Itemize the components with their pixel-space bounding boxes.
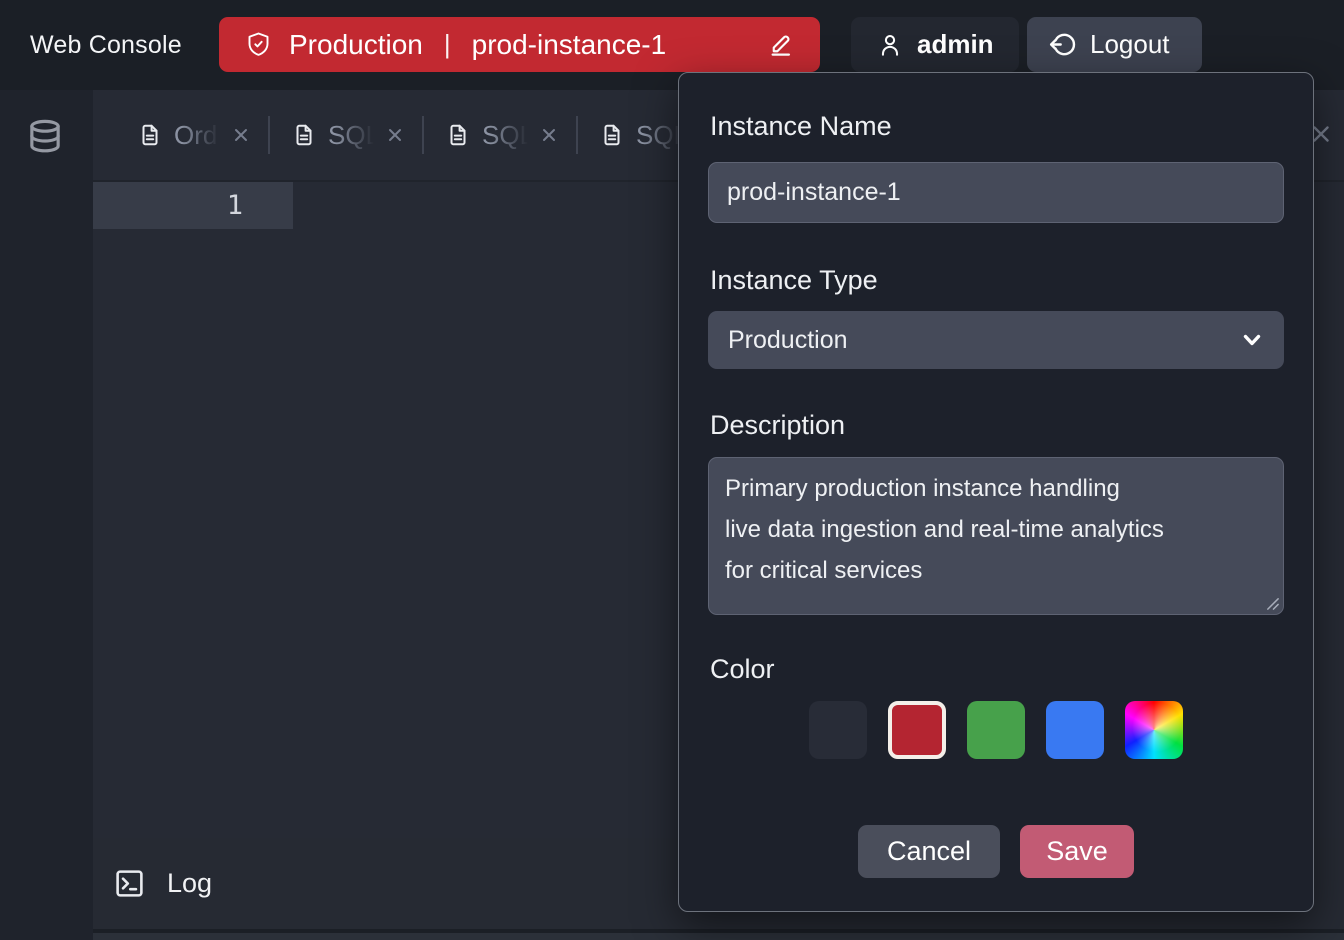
- tab-label: SQL: [482, 120, 532, 151]
- instance-badge[interactable]: Production | prod-instance-1: [219, 17, 820, 72]
- color-swatch-default[interactable]: [809, 701, 867, 759]
- chevron-down-icon: [1240, 328, 1264, 352]
- color-swatch-red[interactable]: [888, 701, 946, 759]
- logout-label: Logout: [1090, 29, 1170, 60]
- badge-separator: |: [440, 29, 455, 60]
- description-textarea[interactable]: Primary production instance handling liv…: [708, 457, 1284, 615]
- instance-name-label: prod-instance-1: [472, 29, 667, 61]
- instance-env-label: Production: [289, 29, 423, 61]
- user-name: admin: [917, 29, 994, 60]
- file-text-icon: [600, 121, 624, 149]
- tab-close-icon[interactable]: [539, 125, 559, 145]
- tab-label: Ord: [174, 120, 224, 151]
- color-swatch-blue[interactable]: [1046, 701, 1104, 759]
- app-title: Web Console: [30, 0, 182, 90]
- color-swatch-rainbow[interactable]: [1125, 701, 1183, 759]
- log-label: Log: [167, 868, 212, 899]
- line-number: 1: [227, 190, 243, 221]
- color-swatch-green[interactable]: [967, 701, 1025, 759]
- user-chip[interactable]: admin: [851, 17, 1019, 72]
- terminal-icon: [114, 868, 145, 899]
- user-icon: [877, 31, 903, 59]
- description-field-label: Description: [710, 410, 845, 441]
- tab-close-icon[interactable]: [231, 125, 251, 145]
- instance-type-select[interactable]: Production: [708, 311, 1284, 369]
- logout-icon: [1048, 30, 1077, 59]
- left-sidebar: [0, 90, 93, 940]
- file-text-icon: [292, 121, 316, 149]
- tab-sql-1[interactable]: SQL: [271, 90, 425, 180]
- logout-button[interactable]: Logout: [1027, 17, 1202, 72]
- description-field-wrap: Primary production instance handling liv…: [708, 457, 1284, 615]
- file-text-icon: [446, 121, 470, 149]
- database-icon[interactable]: [26, 116, 64, 160]
- color-field-label: Color: [710, 654, 775, 685]
- instance-name-input[interactable]: [708, 162, 1284, 223]
- color-swatch-row: [679, 701, 1313, 759]
- edit-instance-icon[interactable]: [767, 31, 794, 58]
- rainbow-sheen: [1125, 701, 1183, 759]
- instance-type-value: Production: [728, 326, 848, 355]
- editor-active-line: 1: [93, 182, 293, 229]
- save-button[interactable]: Save: [1020, 825, 1134, 878]
- tab-label: SQL: [328, 120, 378, 151]
- instance-name-field-label: Instance Name: [710, 111, 892, 142]
- tab-ord[interactable]: Ord: [117, 90, 271, 180]
- tab-close-icon[interactable]: [385, 125, 405, 145]
- instance-settings-modal: Instance Name Instance Type Production D…: [678, 72, 1314, 912]
- tab-sql-2[interactable]: SQL: [425, 90, 579, 180]
- file-text-icon: [138, 121, 162, 149]
- instance-type-field-label: Instance Type: [710, 265, 878, 296]
- cancel-button[interactable]: Cancel: [858, 825, 1000, 878]
- bottom-panel-edge: [93, 933, 1344, 940]
- modal-button-row: Cancel Save: [679, 825, 1313, 878]
- shield-check-icon: [245, 29, 272, 60]
